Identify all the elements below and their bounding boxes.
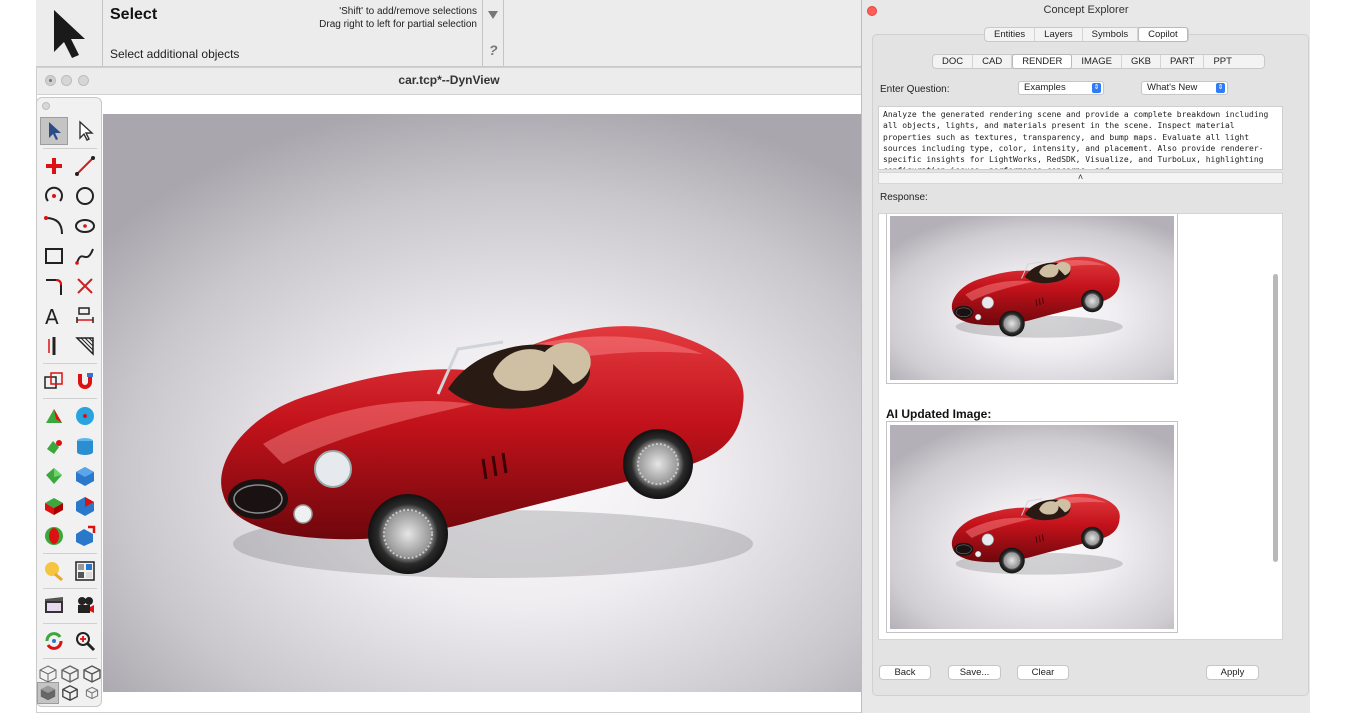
question-textarea[interactable]: Analyze the generated rendering scene an… <box>878 106 1283 170</box>
ai-updated-image-label: AI Updated Image: <box>886 407 992 421</box>
examples-dropdown-label: Examples <box>1024 82 1066 93</box>
subtab-ppt[interactable]: PPT <box>1204 55 1240 68</box>
response-scrollbar[interactable] <box>1273 274 1278 562</box>
fillet-icon[interactable] <box>40 272 68 300</box>
point-icon[interactable] <box>40 152 68 180</box>
tool-hint-shift: 'Shift' to add/remove selections <box>339 6 477 17</box>
rectangle-icon[interactable] <box>40 242 68 270</box>
svg-text:A: A <box>45 305 59 327</box>
camera-icon[interactable] <box>71 592 99 620</box>
subtab-part[interactable]: PART <box>1161 55 1205 68</box>
hatch-icon[interactable] <box>71 332 99 360</box>
concept-explorer-title: Concept Explorer <box>1043 4 1129 16</box>
magnet-icon[interactable] <box>71 367 99 395</box>
apply-button[interactable]: Apply <box>1206 665 1259 680</box>
curve-icon[interactable] <box>40 212 68 240</box>
render-grid-icon[interactable] <box>71 557 99 585</box>
chevron-updown-icon: ⇕ <box>1216 83 1225 93</box>
select-tool-icon[interactable] <box>36 0 103 66</box>
question-label: Enter Question: <box>880 84 950 95</box>
palette-close-button[interactable] <box>42 102 50 110</box>
tab-copilot[interactable]: Copilot <box>1138 27 1188 42</box>
circle-icon[interactable] <box>71 182 99 210</box>
solid-cube-icon[interactable] <box>37 682 59 704</box>
boolean-icon[interactable] <box>40 522 68 550</box>
light-icon[interactable] <box>40 557 68 585</box>
response-label: Response: <box>880 192 928 203</box>
line-icon[interactable] <box>71 152 99 180</box>
dimension-icon[interactable] <box>71 302 99 330</box>
examples-dropdown[interactable]: Examples ⇕ <box>1018 81 1104 95</box>
ellipse-icon[interactable] <box>71 212 99 240</box>
select-hollow-arrow-icon[interactable] <box>71 117 99 145</box>
section-icon[interactable] <box>71 492 99 520</box>
slice-icon[interactable] <box>40 492 68 520</box>
subtab-render[interactable]: RENDER <box>1012 54 1073 69</box>
whats-new-dropdown[interactable]: What's New ⇕ <box>1141 81 1228 95</box>
subtab-image[interactable]: IMAGE <box>1072 55 1122 68</box>
original-render-image <box>886 214 1178 384</box>
splitter-handle[interactable]: ˄ <box>878 172 1283 184</box>
help-button[interactable]: ? <box>489 42 498 58</box>
chevron-updown-icon: ⇕ <box>1092 83 1101 93</box>
tab-layers[interactable]: Layers <box>1035 28 1083 41</box>
back-button[interactable]: Back <box>879 665 931 680</box>
copilot-subtabs: DOC CAD RENDER IMAGE GKB PART PPT <box>932 54 1265 69</box>
tool-status-bar: Select Select additional objects 'Shift'… <box>36 0 862 67</box>
tool-prompt: Select additional objects <box>110 47 240 61</box>
arc-icon[interactable] <box>40 182 68 210</box>
dynview-window: car.tcp*--DynView <box>36 67 863 713</box>
copy-icon[interactable] <box>40 367 68 395</box>
extrude-icon[interactable] <box>40 402 68 430</box>
render-viewport[interactable] <box>103 114 863 692</box>
vertical-line-icon[interactable] <box>40 332 68 360</box>
tool-hint-drag: Drag right to left for partial selection <box>319 19 477 30</box>
tab-symbols[interactable]: Symbols <box>1083 28 1139 41</box>
dynview-title: car.tcp*--DynView <box>398 73 500 87</box>
text-icon[interactable]: A <box>40 302 68 330</box>
outline-cube-icon[interactable] <box>59 682 81 704</box>
film-icon[interactable] <box>40 592 68 620</box>
tool-palette: A <box>36 97 102 707</box>
small-cube-icon[interactable] <box>81 682 103 704</box>
revolve-icon[interactable] <box>40 432 68 460</box>
ai-updated-image <box>886 421 1178 633</box>
tab-entities[interactable]: Entities <box>985 28 1036 41</box>
whats-new-dropdown-label: What's New <box>1147 82 1198 93</box>
subtab-gkb[interactable]: GKB <box>1122 55 1161 68</box>
box-icon[interactable] <box>71 462 99 490</box>
zoom-icon[interactable] <box>71 627 99 655</box>
spline-icon[interactable] <box>71 242 99 270</box>
surface-icon[interactable] <box>40 462 68 490</box>
solid-add-icon[interactable] <box>71 522 99 550</box>
options-dropdown-icon[interactable] <box>488 11 498 19</box>
refresh-icon[interactable] <box>40 627 68 655</box>
subtab-doc[interactable]: DOC <box>933 55 974 68</box>
main-tabs: Entities Layers Symbols Copilot <box>984 27 1189 42</box>
cylinder-icon[interactable] <box>71 432 99 460</box>
sphere-icon[interactable] <box>71 402 99 430</box>
car-model[interactable] <box>203 294 763 584</box>
save-button[interactable]: Save... <box>948 665 1001 680</box>
clear-button[interactable]: Clear <box>1017 665 1069 680</box>
response-area[interactable]: AI Updated Image: <box>878 213 1283 640</box>
dynview-titlebar: car.tcp*--DynView <box>37 68 861 95</box>
subtab-cad[interactable]: CAD <box>973 55 1013 68</box>
tool-title: Select <box>110 6 158 23</box>
select-arrow-icon[interactable] <box>40 117 68 145</box>
tool-side-panel: ? <box>482 0 504 66</box>
trim-icon[interactable] <box>71 272 99 300</box>
